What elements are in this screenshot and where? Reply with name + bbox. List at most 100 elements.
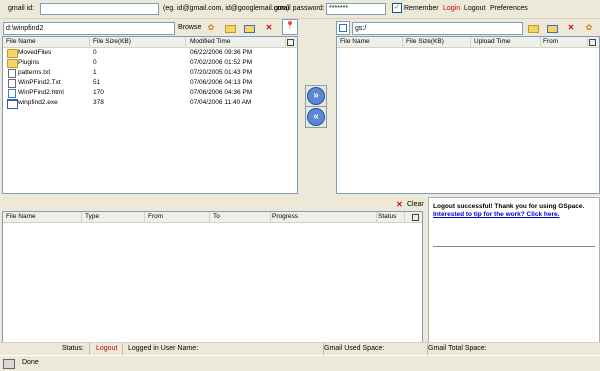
refresh-icon[interactable]: ✿ bbox=[582, 21, 596, 35]
upload-button[interactable]: » bbox=[305, 85, 327, 107]
logout-message: Logout successful! Thank you for using G… bbox=[433, 203, 585, 210]
arrow-right-icon: » bbox=[307, 87, 325, 105]
column-chooser-icon[interactable] bbox=[589, 39, 596, 46]
file-name: MovedFiles bbox=[18, 49, 52, 56]
done-text: Done bbox=[22, 359, 39, 366]
status-bar: Status: Logout Logged in User Name: Gmai… bbox=[0, 342, 600, 356]
download-button[interactable]: « bbox=[305, 106, 327, 128]
file-name: patterns.txt bbox=[18, 69, 51, 76]
file-size: 0 bbox=[93, 49, 97, 56]
file-name: Plugins bbox=[18, 59, 40, 66]
tip-link[interactable]: Interested to tip for the work? Click he… bbox=[433, 211, 559, 218]
file-size: 378 bbox=[93, 99, 104, 106]
local-file-row[interactable]: WinPFind2.html 170 07/06/2006 04:36 PM bbox=[3, 88, 297, 98]
file-size: 51 bbox=[93, 79, 101, 86]
col-from[interactable]: From bbox=[540, 37, 588, 47]
col-file-name[interactable]: File Name bbox=[3, 212, 82, 222]
status-value: Logout bbox=[96, 345, 118, 352]
remote-file-list[interactable]: File Name File Size(KB) Upload Time From bbox=[336, 36, 600, 194]
col-status[interactable]: Status bbox=[375, 212, 405, 222]
message-pane: Logout successful! Thank you for using G… bbox=[428, 197, 600, 343]
folder-up-icon[interactable] bbox=[223, 21, 237, 35]
folder-icon bbox=[7, 49, 18, 58]
total-space-label: Gmail Total Space: bbox=[428, 345, 487, 352]
col-file-name[interactable]: File Name bbox=[3, 37, 90, 47]
login-link[interactable]: Login bbox=[443, 5, 460, 12]
col-upload-time[interactable]: Upload Time bbox=[471, 37, 541, 47]
status-label: Status: bbox=[62, 345, 84, 352]
html-file-icon bbox=[8, 89, 16, 98]
local-file-row[interactable]: patterns.txt 1 07/20/2005 01:43 PM bbox=[3, 68, 297, 78]
remote-path-input[interactable]: gs:/ bbox=[352, 22, 523, 35]
text-file-icon bbox=[8, 69, 16, 78]
remember-label: Remember bbox=[404, 5, 439, 12]
transfer-list-header: File Name Type From To Progress Status bbox=[3, 212, 422, 223]
local-file-row[interactable]: Plugins 0 07/02/2006 01:52 PM bbox=[3, 58, 297, 68]
text-file-icon bbox=[8, 79, 16, 88]
file-name: WinPFind2.Txt bbox=[18, 79, 61, 86]
arrow-left-icon: « bbox=[307, 108, 325, 126]
new-folder-icon[interactable] bbox=[242, 21, 256, 35]
used-space-cell: Gmail Used Space: bbox=[324, 343, 428, 355]
column-chooser-icon[interactable] bbox=[287, 39, 294, 46]
file-time: 06/22/2006 09:36 PM bbox=[190, 49, 253, 56]
logged-in-cell: Logged in User Name: bbox=[123, 343, 324, 355]
delete-icon[interactable]: ✕ bbox=[262, 21, 276, 35]
gmail-id-label: gmail id: bbox=[8, 5, 35, 12]
local-file-list[interactable]: File Name File Size(KB) Modified Time Mo… bbox=[2, 36, 298, 194]
gmail-id-input[interactable] bbox=[40, 3, 159, 15]
local-file-row[interactable]: MovedFiles 0 06/22/2006 09:36 PM bbox=[3, 48, 297, 58]
file-size: 170 bbox=[93, 89, 104, 96]
bookmark-icon[interactable]: 📍 bbox=[282, 19, 298, 35]
col-file-name[interactable]: File Name bbox=[337, 37, 403, 47]
gmail-id-hint: (eg. id@gmail.com, id@googlemail.com) bbox=[163, 5, 290, 12]
column-chooser-icon[interactable] bbox=[412, 214, 419, 221]
refresh-icon[interactable]: ✿ bbox=[204, 21, 218, 35]
file-time: 07/06/2006 04:13 PM bbox=[190, 79, 253, 86]
file-time: 07/04/2006 11:40 AM bbox=[190, 99, 252, 106]
password-input[interactable]: ******* bbox=[326, 3, 386, 15]
used-space-label: Gmail Used Space: bbox=[324, 345, 385, 352]
divider bbox=[433, 246, 595, 247]
transfer-queue-list[interactable]: File Name Type From To Progress Status bbox=[2, 211, 423, 343]
folder-icon bbox=[7, 59, 18, 68]
status-value-cell: Logout bbox=[90, 343, 123, 355]
remember-checkbox[interactable]: ✓ bbox=[392, 3, 402, 13]
file-size: 1 bbox=[93, 69, 97, 76]
total-space-cell: Gmail Total Space: bbox=[428, 343, 598, 355]
browser-status-bar: Done bbox=[0, 355, 600, 371]
file-time: 07/02/2006 01:52 PM bbox=[190, 59, 253, 66]
file-time: 07/20/2005 01:43 PM bbox=[190, 69, 253, 76]
col-file-size[interactable]: File Size(KB) bbox=[90, 37, 186, 47]
clear-icon[interactable]: ✕ bbox=[396, 200, 403, 209]
col-modified-time[interactable]: Modified Time bbox=[187, 37, 286, 47]
col-from[interactable]: From bbox=[145, 212, 210, 222]
file-size: 0 bbox=[93, 59, 97, 66]
local-file-row[interactable]: WinPFind2.Txt 51 07/06/2006 04:13 PM bbox=[3, 78, 297, 88]
clear-button[interactable]: Clear bbox=[407, 201, 424, 208]
exe-file-icon bbox=[7, 99, 18, 109]
col-type[interactable]: Type bbox=[82, 212, 145, 222]
browse-button[interactable]: Browse bbox=[178, 24, 201, 31]
folder-up-icon[interactable] bbox=[526, 21, 540, 35]
local-list-header: File Name File Size(KB) Modified Time bbox=[3, 37, 297, 48]
logout-link[interactable]: Logout bbox=[464, 5, 485, 12]
col-progress[interactable]: Progress bbox=[269, 212, 377, 222]
logged-in-label: Logged in User Name: bbox=[128, 345, 199, 352]
file-time: 07/06/2006 04:36 PM bbox=[190, 89, 253, 96]
col-file-size[interactable]: File Size(KB) bbox=[403, 37, 471, 47]
local-path-input[interactable]: d:\winpfind2 bbox=[3, 22, 175, 35]
page-icon bbox=[3, 359, 15, 369]
login-bar: gmail id: (eg. id@gmail.com, id@googlema… bbox=[0, 0, 600, 19]
file-name: WinPFind2.html bbox=[18, 89, 64, 96]
file-name: winpfind2.exe bbox=[18, 99, 58, 106]
status-cell: Status: bbox=[0, 343, 90, 355]
remote-view-icon[interactable] bbox=[336, 21, 350, 35]
new-folder-icon[interactable] bbox=[545, 21, 559, 35]
remote-list-header: File Name File Size(KB) Upload Time From bbox=[337, 37, 599, 48]
col-to[interactable]: To bbox=[210, 212, 271, 222]
preferences-link[interactable]: Preferences bbox=[490, 5, 528, 12]
password-label: gmail password: bbox=[274, 5, 325, 12]
delete-icon[interactable]: ✕ bbox=[564, 21, 578, 35]
local-file-row[interactable]: winpfind2.exe 378 07/04/2006 11:40 AM bbox=[3, 98, 297, 109]
